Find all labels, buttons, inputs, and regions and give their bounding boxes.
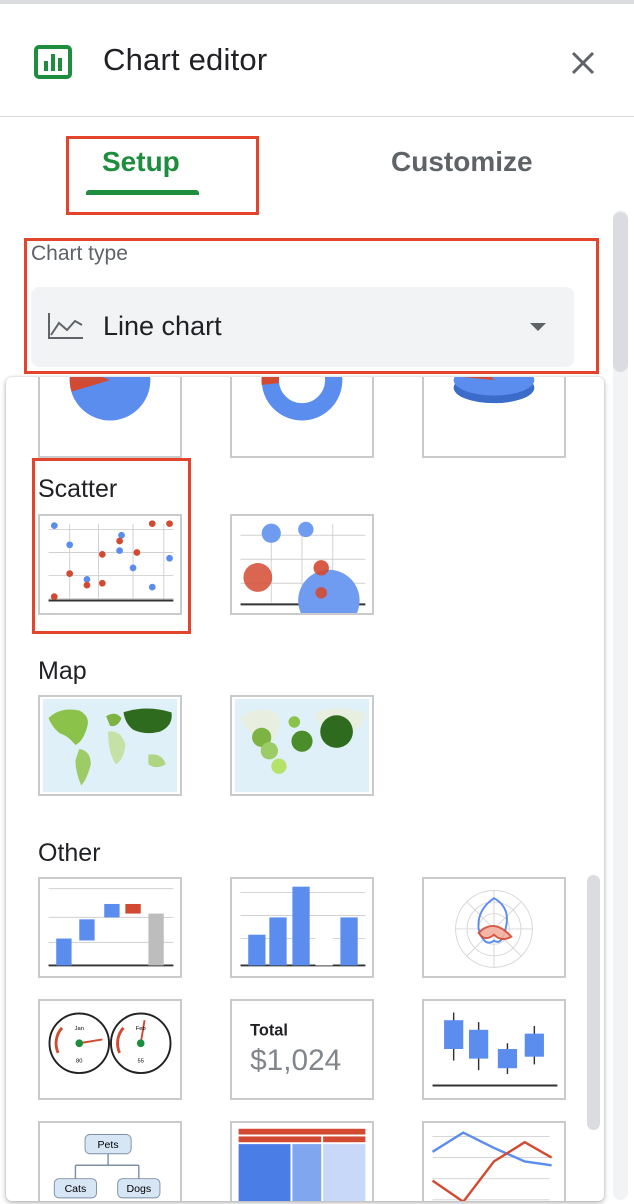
gauge-left-top-label: Jan bbox=[75, 1026, 84, 1032]
chart-type-dropdown[interactable]: Line chart bbox=[31, 287, 574, 367]
geo-chart-icon bbox=[42, 698, 178, 793]
section-label-other: Other bbox=[38, 839, 101, 867]
tab-customize[interactable]: Customize bbox=[391, 146, 533, 178]
timeline-chart-option[interactable] bbox=[422, 1121, 566, 1201]
timeline-chart-icon bbox=[431, 1131, 553, 1201]
section-label-scatter: Scatter bbox=[38, 475, 118, 503]
org-left-label: Cats bbox=[65, 1183, 87, 1195]
chart-type-value: Line chart bbox=[103, 311, 222, 341]
3d-pie-chart-option[interactable] bbox=[422, 377, 566, 458]
editor-title: Chart editor bbox=[103, 42, 268, 77]
treemap-chart-option[interactable] bbox=[230, 1121, 374, 1201]
candlestick-chart-icon bbox=[432, 1012, 558, 1087]
bubble-chart-option[interactable] bbox=[230, 514, 374, 615]
candlestick-chart-option[interactable] bbox=[422, 999, 566, 1100]
organizational-chart-option[interactable]: Pets Cats Dogs bbox=[38, 1121, 182, 1201]
chart-icon bbox=[34, 45, 72, 79]
gauge-chart-option[interactable]: Jan 80 Feb 55 bbox=[38, 999, 182, 1100]
line-chart-icon bbox=[48, 313, 83, 339]
gauge-right-top-label: Feb bbox=[136, 1026, 146, 1032]
scorecard-chart-icon: Total $1,024 bbox=[250, 1022, 341, 1078]
chart-type-gallery: Scatter Map Other Jan 80 Feb 55 Total $1… bbox=[6, 377, 604, 1201]
3d-pie-chart-icon bbox=[453, 377, 535, 404]
active-tab-indicator bbox=[86, 190, 199, 195]
geo-chart-option[interactable] bbox=[38, 695, 182, 796]
scatter-chart-option[interactable] bbox=[38, 514, 182, 615]
bubble-chart-icon bbox=[240, 521, 366, 613]
histogram-chart-icon bbox=[240, 886, 366, 967]
geo-chart-with-markers-option[interactable] bbox=[230, 695, 374, 796]
pie-chart-icon bbox=[69, 377, 151, 421]
pie-chart-option[interactable] bbox=[38, 377, 182, 458]
gallery-scrollbar[interactable] bbox=[587, 875, 600, 1130]
editor-scrollbar-thumb[interactable] bbox=[613, 212, 628, 372]
radar-chart-option[interactable] bbox=[422, 877, 566, 978]
waterfall-chart-option[interactable] bbox=[38, 877, 182, 978]
donut-chart-option[interactable] bbox=[230, 377, 374, 458]
editor-header: Chart editor bbox=[0, 4, 634, 117]
radar-chart-icon bbox=[455, 890, 533, 968]
chevron-down-icon bbox=[530, 323, 546, 331]
scorecard-title: Total bbox=[250, 1022, 288, 1040]
org-right-label: Dogs bbox=[126, 1183, 151, 1195]
scorecard-chart-option[interactable]: Total $1,024 bbox=[230, 999, 374, 1100]
geo-markers-chart-icon bbox=[234, 698, 370, 793]
gauge-left-bottom-label: 80 bbox=[76, 1058, 82, 1064]
close-icon[interactable] bbox=[566, 46, 600, 80]
gauge-chart-icon: Jan 80 Feb 55 bbox=[48, 1012, 172, 1074]
org-root-label: Pets bbox=[98, 1139, 119, 1151]
chart-type-label: Chart type bbox=[31, 242, 128, 265]
scorecard-value: $1,024 bbox=[250, 1044, 341, 1077]
section-label-map: Map bbox=[38, 657, 87, 685]
gauge-right-bottom-label: 55 bbox=[138, 1058, 144, 1064]
histogram-chart-option[interactable] bbox=[230, 877, 374, 978]
treemap-chart-icon bbox=[238, 1128, 366, 1201]
donut-chart-icon bbox=[261, 377, 343, 421]
scatter-chart-icon bbox=[48, 520, 174, 602]
tab-setup[interactable]: Setup bbox=[102, 146, 180, 178]
org-chart-icon: Pets Cats Dogs bbox=[53, 1134, 161, 1199]
waterfall-chart-icon bbox=[48, 888, 174, 967]
